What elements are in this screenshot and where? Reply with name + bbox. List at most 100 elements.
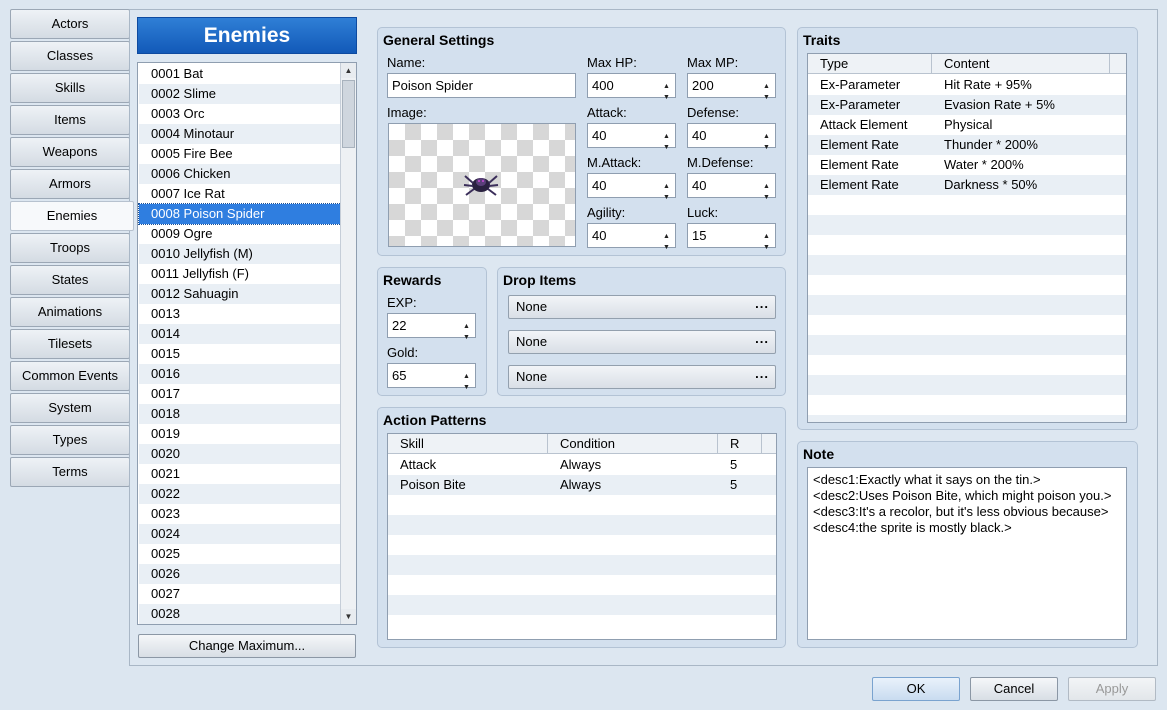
table-row[interactable] — [808, 335, 1126, 355]
table-row[interactable] — [808, 295, 1126, 315]
list-item[interactable]: 0001 Bat — [139, 64, 341, 84]
column-content[interactable]: Content — [932, 54, 1110, 74]
column-r[interactable]: R — [718, 434, 762, 454]
tab-troops[interactable]: Troops — [10, 233, 130, 263]
drop-item-1-button[interactable]: None... — [508, 295, 776, 319]
note-textarea[interactable]: <desc1:Exactly what it says on the tin.>… — [807, 467, 1127, 640]
action-patterns-table[interactable]: Skill Condition R Attack Always 5 Poison Bi… — [387, 433, 777, 640]
enemy-list[interactable]: 0001 Bat 0002 Slime 0003 Orc 0004 Minotaur 0… — [137, 62, 357, 625]
list-item[interactable]: 0017 — [139, 384, 341, 404]
table-row[interactable] — [808, 395, 1126, 415]
name-field[interactable]: Poison Spider — [387, 73, 576, 98]
table-row[interactable] — [808, 355, 1126, 375]
list-item[interactable]: 0024 — [139, 524, 341, 544]
spin-arrows-icon[interactable]: ▲ ▼ — [660, 224, 675, 251]
table-row[interactable] — [808, 195, 1126, 215]
tab-terms[interactable]: Terms — [10, 457, 130, 487]
table-row[interactable] — [388, 575, 776, 595]
luck-input[interactable]: 15 ▲ ▼ — [687, 223, 776, 251]
spin-arrows-icon[interactable]: ▲ ▼ — [760, 224, 775, 251]
list-item[interactable]: 0011 Jellyfish (F) — [139, 264, 341, 284]
table-row[interactable]: Attack Element Physical — [808, 115, 1126, 135]
table-row[interactable] — [388, 515, 776, 535]
m-attack-input[interactable]: 40 ▲ ▼ — [587, 173, 676, 201]
table-row[interactable]: Element Rate Darkness * 50% — [808, 175, 1126, 195]
tab-armors[interactable]: Armors — [10, 169, 130, 199]
table-row[interactable] — [388, 615, 776, 635]
defense-input[interactable]: 40 ▲ ▼ — [687, 123, 776, 151]
list-item[interactable]: 0021 — [139, 464, 341, 484]
spin-arrows-icon[interactable]: ▲ ▼ — [660, 124, 675, 151]
enemy-image-picker[interactable] — [388, 123, 576, 247]
list-item[interactable]: 0027 — [139, 584, 341, 604]
list-item[interactable]: 0009 Ogre — [139, 224, 341, 244]
table-row[interactable] — [808, 235, 1126, 255]
tab-skills[interactable]: Skills — [10, 73, 130, 103]
tab-types[interactable]: Types — [10, 425, 130, 455]
list-scrollbar[interactable]: ▲ ▼ — [340, 63, 356, 624]
table-row[interactable] — [808, 315, 1126, 335]
tab-weapons[interactable]: Weapons — [10, 137, 130, 167]
table-row[interactable] — [388, 555, 776, 575]
list-item[interactable]: 0006 Chicken — [139, 164, 341, 184]
list-item[interactable]: 0004 Minotaur — [139, 124, 341, 144]
list-item[interactable]: 0022 — [139, 484, 341, 504]
exp-input[interactable]: 22 ▲ ▼ — [387, 313, 476, 341]
tab-enemies[interactable]: Enemies — [10, 201, 134, 231]
tab-animations[interactable]: Animations — [10, 297, 130, 327]
gold-input[interactable]: 65 ▲ ▼ — [387, 363, 476, 391]
scroll-thumb[interactable] — [342, 80, 355, 148]
scroll-down-arrow-icon[interactable]: ▼ — [341, 609, 356, 624]
traits-table[interactable]: Type Content Ex-Parameter Hit Rate + 95% E… — [807, 53, 1127, 423]
list-item[interactable]: 0023 — [139, 504, 341, 524]
table-row[interactable] — [388, 495, 776, 515]
table-row[interactable] — [808, 275, 1126, 295]
tab-actors[interactable]: Actors — [10, 9, 130, 39]
scroll-up-arrow-icon[interactable]: ▲ — [341, 63, 356, 78]
spin-arrows-icon[interactable]: ▲ ▼ — [660, 174, 675, 201]
spin-arrows-icon[interactable]: ▲ ▼ — [660, 74, 675, 101]
spin-arrows-icon[interactable]: ▲ ▼ — [460, 314, 475, 341]
table-row[interactable] — [808, 415, 1126, 422]
list-item[interactable]: 0016 — [139, 364, 341, 384]
table-row[interactable]: Ex-Parameter Hit Rate + 95% — [808, 75, 1126, 95]
list-item[interactable]: 0019 — [139, 424, 341, 444]
spin-arrows-icon[interactable]: ▲ ▼ — [760, 74, 775, 101]
spin-arrows-icon[interactable]: ▲ ▼ — [760, 174, 775, 201]
table-row[interactable] — [388, 535, 776, 555]
tab-tilesets[interactable]: Tilesets — [10, 329, 130, 359]
list-item[interactable]: 0020 — [139, 444, 341, 464]
list-item[interactable]: 0013 — [139, 304, 341, 324]
table-row[interactable] — [808, 255, 1126, 275]
table-row[interactable]: Ex-Parameter Evasion Rate + 5% — [808, 95, 1126, 115]
tab-system[interactable]: System — [10, 393, 130, 423]
list-item[interactable]: 0014 — [139, 324, 341, 344]
attack-input[interactable]: 40 ▲ ▼ — [587, 123, 676, 151]
agility-input[interactable]: 40 ▲ ▼ — [587, 223, 676, 251]
ok-button[interactable]: OK — [872, 677, 960, 701]
table-row[interactable]: Element Rate Thunder * 200% — [808, 135, 1126, 155]
table-row[interactable]: Element Rate Water * 200% — [808, 155, 1126, 175]
list-item[interactable]: 0003 Orc — [139, 104, 341, 124]
apply-button[interactable]: Apply — [1068, 677, 1156, 701]
tab-states[interactable]: States — [10, 265, 130, 295]
column-condition[interactable]: Condition — [548, 434, 718, 454]
column-skill[interactable]: Skill — [388, 434, 548, 454]
m-defense-input[interactable]: 40 ▲ ▼ — [687, 173, 776, 201]
drop-item-2-button[interactable]: None... — [508, 330, 776, 354]
table-row[interactable] — [808, 215, 1126, 235]
list-item[interactable]: 0028 — [139, 604, 341, 624]
list-item[interactable]: 0015 — [139, 344, 341, 364]
table-row[interactable]: Attack Always 5 — [388, 455, 776, 475]
max-hp-input[interactable]: 400 ▲ ▼ — [587, 73, 676, 101]
list-item[interactable]: 0025 — [139, 544, 341, 564]
column-type[interactable]: Type — [808, 54, 932, 74]
spin-arrows-icon[interactable]: ▲ ▼ — [460, 364, 475, 391]
list-item[interactable]: 0008 Poison Spider — [138, 203, 342, 225]
list-item[interactable]: 0002 Slime — [139, 84, 341, 104]
list-item[interactable]: 0010 Jellyfish (M) — [139, 244, 341, 264]
cancel-button[interactable]: Cancel — [970, 677, 1058, 701]
list-item[interactable]: 0005 Fire Bee — [139, 144, 341, 164]
table-row[interactable] — [388, 595, 776, 615]
tab-items[interactable]: Items — [10, 105, 130, 135]
